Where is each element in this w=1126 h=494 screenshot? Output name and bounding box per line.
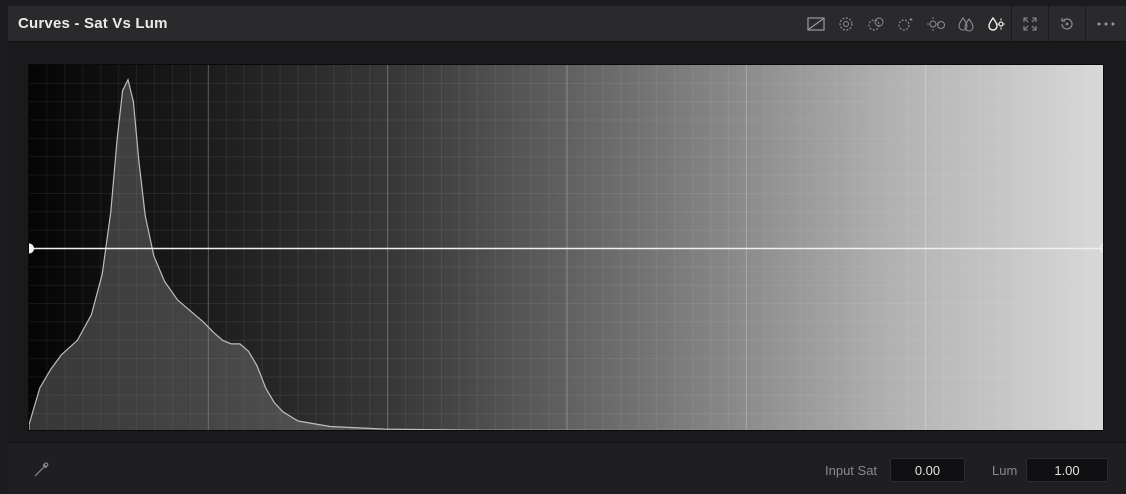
sat-vs-sat-icon[interactable] xyxy=(951,6,981,42)
lum-label: Lum xyxy=(992,463,1018,478)
curve-canvas[interactable] xyxy=(29,65,1104,431)
panel-header: Curves - Sat Vs Lum xyxy=(8,6,1126,42)
eyedropper-icon[interactable] xyxy=(32,459,52,479)
hue-vs-lum-icon[interactable] xyxy=(891,6,921,42)
hue-vs-hue-icon[interactable] xyxy=(831,6,861,42)
sat-vs-lum-graph[interactable] xyxy=(28,64,1104,431)
lum-vs-sat-icon[interactable] xyxy=(921,6,951,42)
input-sat-field[interactable]: 0.00 xyxy=(890,458,965,482)
hue-vs-sat-icon[interactable] xyxy=(861,6,891,42)
panel-title: Curves - Sat Vs Lum xyxy=(18,15,168,32)
input-sat-label: Input Sat xyxy=(825,463,878,478)
reset-icon[interactable] xyxy=(1049,6,1085,42)
custom-curve-icon[interactable] xyxy=(801,6,831,42)
sat-vs-lum-icon[interactable] xyxy=(981,6,1011,42)
curve-control-point[interactable] xyxy=(29,243,35,254)
curves-panel: Curves - Sat Vs Lum Input Sat 0.00 Lum 1… xyxy=(0,0,1126,494)
more-options-icon[interactable] xyxy=(1086,6,1126,42)
lum-field[interactable]: 1.00 xyxy=(1026,458,1108,482)
curve-mode-toolbar xyxy=(801,6,1126,42)
panel-footer: Input Sat 0.00 Lum 1.00 xyxy=(8,442,1126,494)
expand-icon[interactable] xyxy=(1012,6,1048,42)
